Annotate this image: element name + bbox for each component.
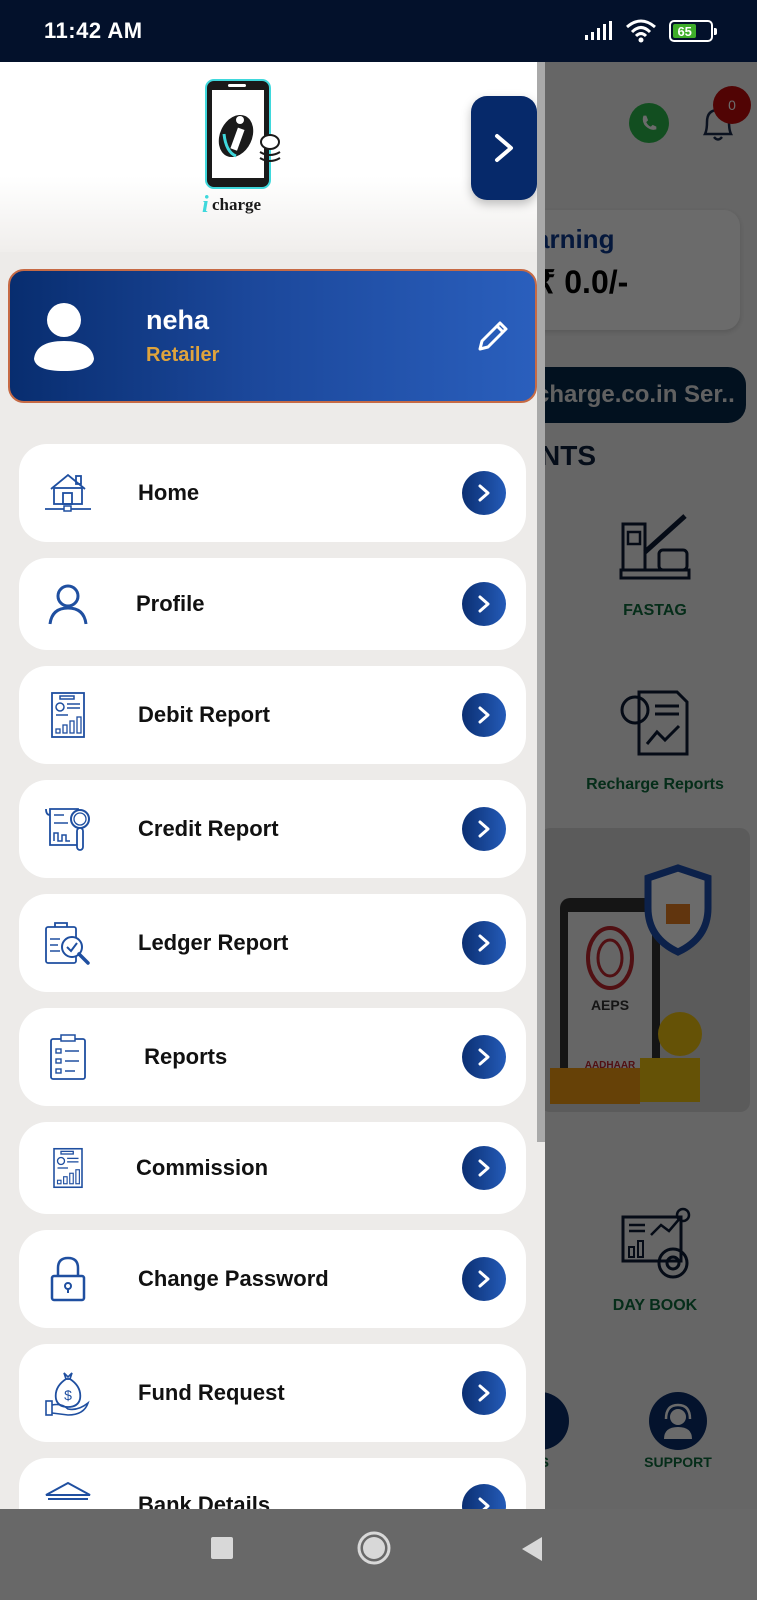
status-bar: 11:42 AM 65	[0, 0, 757, 62]
icharge-logo: i charge	[202, 79, 281, 218]
close-drawer-button[interactable]	[471, 96, 537, 200]
report-document-icon	[43, 690, 93, 740]
recents-button[interactable]	[210, 1535, 234, 1566]
edit-profile-button[interactable]	[473, 316, 513, 356]
menu-item-home[interactable]: Home	[19, 444, 526, 542]
chevron-right-icon[interactable]	[462, 1035, 506, 1079]
chevron-right-icon[interactable]	[462, 1371, 506, 1415]
profile-role: Retailer	[146, 344, 220, 366]
home-network-icon	[43, 468, 93, 518]
svg-text:charge: charge	[212, 195, 262, 214]
menu-label: Bank Details	[138, 1492, 271, 1510]
pencil-icon	[478, 321, 508, 351]
chevron-right-icon[interactable]	[462, 582, 506, 626]
menu-label: Home	[138, 480, 200, 505]
chevron-right-icon[interactable]	[462, 1146, 506, 1190]
drawer-scrollbar[interactable]	[537, 62, 545, 1142]
drawer-header: i charge	[0, 62, 545, 252]
menu-item-commission[interactable]: Commission	[19, 1122, 526, 1214]
menu-item-reports[interactable]: Reports	[19, 1008, 526, 1106]
menu-item-credit-report[interactable]: Credit Report	[19, 780, 526, 878]
signal-icon	[585, 21, 612, 40]
battery-level: 65	[673, 24, 697, 39]
menu-label: Change Password	[138, 1266, 329, 1291]
home-button[interactable]	[357, 1531, 391, 1570]
status-icons: 65	[583, 19, 717, 43]
back-button[interactable]	[520, 1535, 544, 1568]
status-time: 11:42 AM	[44, 18, 143, 43]
profile-card[interactable]: neha Retailer	[8, 269, 537, 403]
chevron-right-icon[interactable]	[462, 693, 506, 737]
chevron-right-icon[interactable]	[462, 471, 506, 515]
menu-item-fund-request[interactable]: $ Fund Request	[19, 1344, 526, 1442]
battery-icon: 65	[669, 20, 717, 42]
chevron-right-icon[interactable]	[462, 921, 506, 965]
drawer-menu: Home Profile Debit Report Credit Report …	[19, 444, 526, 1510]
menu-label: Profile	[136, 591, 205, 616]
chevron-right-icon	[495, 134, 513, 162]
menu-label: Debit Report	[138, 702, 270, 727]
system-nav-bar	[0, 1509, 757, 1600]
menu-item-ledger-report[interactable]: Ledger Report	[19, 894, 526, 992]
profile-name: neha	[146, 305, 210, 335]
menu-label: Fund Request	[138, 1380, 285, 1405]
svg-text:$: $	[64, 1387, 72, 1403]
menu-item-bank-details[interactable]: Bank Details	[19, 1458, 526, 1510]
clipboard-check-icon	[43, 918, 93, 968]
chevron-right-icon[interactable]	[462, 807, 506, 851]
navigation-drawer: i charge neha Retailer Home Profile Debi…	[0, 62, 545, 1510]
menu-label: Credit Report	[138, 816, 279, 841]
profile-text: neha Retailer	[146, 305, 219, 367]
lock-icon	[43, 1254, 93, 1304]
menu-item-profile[interactable]: Profile	[19, 558, 526, 650]
chevron-right-icon[interactable]	[462, 1257, 506, 1301]
avatar-icon	[34, 303, 94, 371]
report-search-icon	[43, 804, 93, 854]
menu-label: Ledger Report	[138, 930, 289, 955]
svg-text:i: i	[202, 192, 209, 218]
menu-item-change-password[interactable]: Change Password	[19, 1230, 526, 1328]
bank-icon	[43, 1478, 93, 1510]
report-document-icon	[43, 1143, 93, 1193]
user-icon	[43, 579, 93, 629]
wifi-icon	[626, 19, 656, 43]
money-bag-hand-icon: $	[43, 1368, 93, 1418]
menu-item-debit-report[interactable]: Debit Report	[19, 666, 526, 764]
chevron-right-icon[interactable]	[462, 1484, 506, 1510]
checklist-icon	[43, 1032, 93, 1082]
menu-label: Commission	[136, 1155, 269, 1180]
menu-label: Reports	[138, 1044, 228, 1069]
